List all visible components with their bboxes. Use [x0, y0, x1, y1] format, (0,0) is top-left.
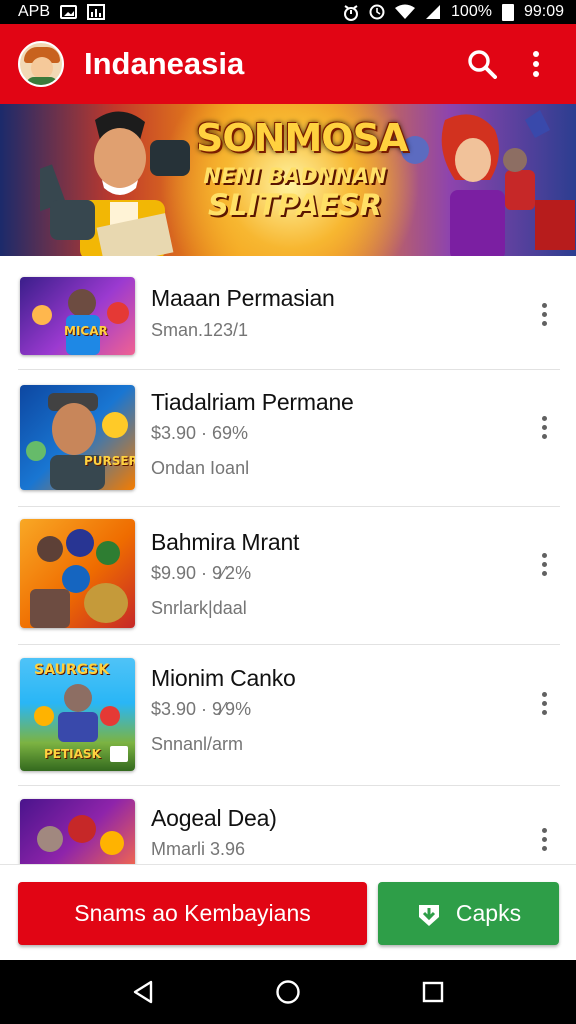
item-more-button[interactable]: [528, 294, 560, 334]
banner-subtitle-2: SLITPAESR: [208, 188, 382, 222]
primary-action-button[interactable]: Snams ao Kembayians: [18, 882, 367, 945]
item-subtitle: Ondan Ioanl: [151, 458, 250, 478]
status-time: 99:09: [523, 3, 564, 20]
list-item[interactable]: SAURGSK PETIASK Mionim Canko $3.90 · 9⁄9…: [0, 645, 576, 785]
system-nav-bar: [0, 960, 576, 1024]
item-more-button[interactable]: [528, 683, 560, 723]
item-title: Aogeal Dea): [151, 805, 277, 831]
game-list: MICAR Maaan Permasian Sman.123/1 PURSER …: [0, 262, 576, 864]
secondary-action-button[interactable]: Capks: [378, 882, 559, 945]
item-title: Mionim Canko: [151, 665, 296, 691]
item-price: $9.90 · 9⁄2%: [151, 563, 252, 583]
list-item[interactable]: Aogeal Dea) Mmarli 3.96: [0, 786, 576, 864]
download-icon: [418, 904, 439, 926]
item-more-button[interactable]: [528, 544, 560, 584]
banner-subtitle-1: NENI BADNNAN: [203, 164, 387, 188]
game-thumbnail: SAURGSK PETIASK: [20, 658, 135, 771]
clock-icon: [369, 4, 385, 20]
app-title: Indaneasia: [84, 46, 245, 81]
nav-recents-button[interactable]: [411, 970, 455, 1014]
list-item[interactable]: MICAR Maaan Permasian Sman.123/1: [0, 262, 576, 368]
game-thumbnail: PURSER: [20, 385, 135, 490]
more-vert-icon: [533, 51, 539, 77]
home-icon: [276, 980, 300, 1004]
item-subtitle: Snrlark|daal: [151, 598, 247, 618]
hero-right-illustration: [401, 110, 575, 256]
alarm-icon: [343, 4, 359, 21]
game-thumbnail: MICAR: [20, 277, 135, 355]
chart-icon: [87, 4, 106, 20]
search-icon: [468, 50, 497, 79]
app-bar: Indaneasia: [0, 24, 576, 104]
game-thumbnail: [20, 799, 135, 864]
search-button[interactable]: [460, 42, 504, 86]
item-price: $3.90 · 69%: [151, 423, 249, 443]
item-title: Bahmira Mrant: [151, 529, 300, 555]
wifi-icon: [395, 4, 416, 20]
recents-icon: [423, 981, 444, 1003]
bottom-action-bar: Snams ao Kembayians Capks: [0, 864, 576, 960]
avatar[interactable]: [18, 41, 64, 87]
item-subtitle: Sman.123/1: [151, 320, 249, 340]
battery-percent: 100%: [451, 3, 492, 20]
secondary-action-label: Capks: [455, 900, 522, 926]
back-icon: [133, 980, 152, 1004]
item-title: Maaan Permasian: [151, 285, 335, 311]
status-bar: APB 100% 99:09: [0, 0, 576, 24]
list-item[interactable]: Bahmira Mrant $9.90 · 9⁄2% Snrlark|daal: [0, 507, 576, 643]
banner-title: SONMOSA: [196, 116, 408, 160]
item-more-button[interactable]: [528, 819, 560, 859]
primary-action-label: Snams ao Kembayians: [74, 900, 311, 926]
hero-left-illustration: [40, 111, 190, 256]
item-subtitle: Snnanl/arm: [151, 734, 244, 754]
item-more-button[interactable]: [528, 407, 560, 447]
nav-home-button[interactable]: [266, 970, 310, 1014]
promo-banner[interactable]: SONMOSA NENI BADNNAN SLITPAESR: [0, 104, 576, 256]
item-price: $3.90 · 9⁄9%: [151, 699, 252, 719]
game-thumbnail: [20, 519, 135, 628]
overflow-menu-button[interactable]: [514, 42, 558, 86]
photo-icon: [60, 5, 78, 19]
battery-icon: [501, 3, 514, 21]
status-carrier-text: APB: [18, 3, 51, 20]
signal-icon: [425, 4, 441, 20]
list-item[interactable]: PURSER Tiadalriam Permane $3.90 · 69% On…: [0, 370, 576, 506]
nav-back-button[interactable]: [121, 970, 165, 1014]
item-price: Mmarli 3.96: [151, 839, 246, 859]
item-title: Tiadalriam Permane: [151, 389, 354, 415]
